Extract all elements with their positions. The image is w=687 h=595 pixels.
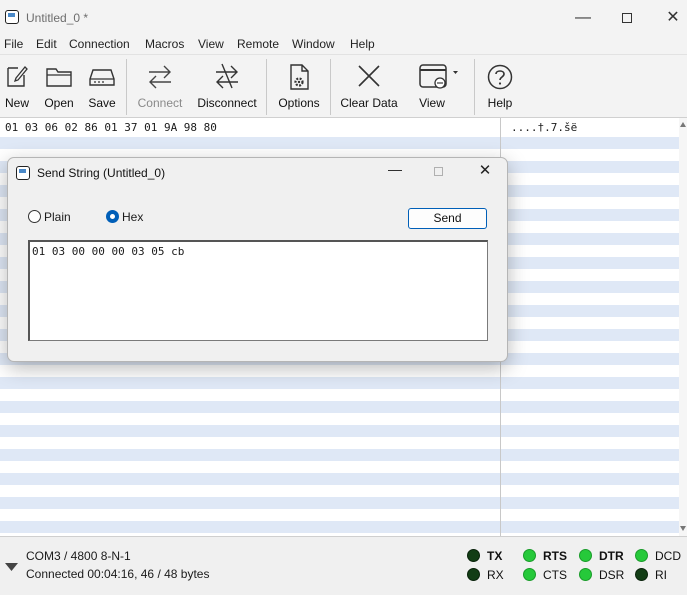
close-button[interactable]: ✕ (650, 0, 687, 36)
toolbar-separator (474, 59, 475, 115)
ri-led (635, 568, 648, 581)
rts-label: RTS (543, 549, 567, 563)
row-stripe (0, 449, 679, 461)
cts-led (523, 568, 536, 581)
save-button[interactable]: Save (86, 61, 118, 113)
help-label: Help (487, 96, 513, 110)
menu-connection[interactable]: Connection (69, 37, 130, 51)
menu-bar: File Edit Connection Macros View Remote … (0, 36, 687, 54)
options-button[interactable]: Options (276, 61, 322, 113)
row-stripe (0, 521, 679, 533)
row-stripe (0, 497, 679, 509)
connection-status: Connected 00:04:16, 46 / 48 bytes (26, 567, 210, 581)
menu-view[interactable]: View (198, 37, 224, 51)
new-label: New (4, 96, 29, 110)
status-bar: COM3 / 4800 8-N-1 Connected 00:04:16, 46… (0, 536, 687, 595)
toolbar-separator (126, 59, 127, 115)
menu-edit[interactable]: Edit (36, 37, 57, 51)
ri-label: RI (655, 568, 667, 582)
rts-led (523, 549, 536, 562)
open-button[interactable]: Open (42, 61, 76, 113)
clear-data-label: Clear Data (340, 96, 398, 110)
dsr-led (579, 568, 592, 581)
view-window-icon (419, 64, 458, 89)
menu-file[interactable]: File (4, 37, 23, 51)
dialog-maximize-button[interactable] (426, 161, 452, 183)
hex-data-line: 01 03 06 02 86 01 37 01 9A 98 80 (5, 121, 217, 134)
options-document-gear-icon (290, 64, 309, 90)
connect-label: Connect (137, 96, 183, 110)
dialog-minimize-button[interactable]: — (382, 161, 408, 183)
maximize-icon (622, 12, 632, 23)
send-string-input[interactable]: 01 03 00 00 00 03 05 cb (28, 240, 488, 341)
row-stripe (0, 401, 679, 413)
send-string-dialog: Send String (Untitled_0) — ✕ Plain Hex S… (7, 157, 508, 362)
new-icon (7, 66, 28, 87)
menu-window[interactable]: Window (292, 37, 335, 51)
save-label: Save (88, 96, 116, 110)
open-label: Open (44, 96, 74, 110)
menu-macros[interactable]: Macros (145, 37, 184, 51)
toolbar-separator (266, 59, 267, 115)
tx-label: TX (487, 549, 503, 563)
view-label: View (419, 96, 445, 110)
port-settings: COM3 / 4800 8-N-1 (26, 549, 131, 563)
clear-x-icon (358, 65, 380, 87)
view-button[interactable]: View (414, 61, 462, 113)
row-stripe (0, 473, 679, 485)
plain-label: Plain (44, 210, 71, 224)
new-button[interactable]: New (2, 61, 32, 113)
maximize-button[interactable] (604, 0, 650, 36)
title-bar: Untitled_0 * — ✕ (0, 0, 687, 36)
hex-radio[interactable] (106, 210, 119, 223)
dtr-label: DTR (599, 549, 624, 563)
app-icon (5, 10, 19, 24)
tx-led (467, 549, 480, 562)
options-label: Options (278, 96, 320, 110)
toolbar: New Open Save Connect Disconnect Options… (0, 54, 687, 118)
dsr-label: DSR (599, 568, 625, 582)
row-stripe (0, 137, 679, 149)
dialog-close-button[interactable]: ✕ (472, 161, 498, 183)
expand-triangle-icon[interactable] (5, 563, 18, 571)
connect-button[interactable]: Connect (136, 61, 184, 113)
minimize-button[interactable]: — (560, 0, 606, 36)
send-button[interactable]: Send (408, 208, 487, 229)
dcd-led (635, 549, 648, 562)
plain-radio[interactable] (28, 210, 41, 223)
disconnect-label: Disconnect (197, 96, 257, 110)
save-drive-icon (89, 69, 115, 86)
disconnect-arrows-icon (216, 63, 238, 89)
send-string-value: 01 03 00 00 00 03 05 cb (32, 245, 185, 258)
scroll-down-icon[interactable] (680, 526, 686, 531)
app-window: Untitled_0 * — ✕ File Edit Connection Ma… (0, 0, 687, 595)
vertical-scrollbar[interactable] (679, 118, 687, 536)
help-question-icon (487, 64, 513, 90)
window-title: Untitled_0 * (26, 11, 89, 25)
dialog-title: Send String (Untitled_0) (37, 166, 166, 180)
connect-arrows-icon (149, 65, 171, 89)
dialog-app-icon (16, 166, 30, 180)
menu-remote[interactable]: Remote (237, 37, 279, 51)
toolbar-separator (330, 59, 331, 115)
rx-label: RX (487, 568, 504, 582)
hex-label: Hex (122, 210, 144, 224)
disconnect-button[interactable]: Disconnect (196, 61, 258, 113)
open-folder-icon (46, 68, 72, 87)
row-stripe (0, 377, 679, 389)
dtr-led (579, 549, 592, 562)
menu-help[interactable]: Help (350, 37, 375, 51)
maximize-icon (434, 167, 443, 176)
row-stripe (0, 425, 679, 437)
scroll-up-icon[interactable] (680, 122, 686, 127)
clear-data-button[interactable]: Clear Data (340, 61, 398, 113)
cts-label: CTS (543, 568, 567, 582)
rx-led (467, 568, 480, 581)
ascii-data-line: ....†.7.šë (511, 121, 578, 134)
dcd-label: DCD (655, 549, 681, 563)
help-button[interactable]: Help (484, 61, 516, 113)
